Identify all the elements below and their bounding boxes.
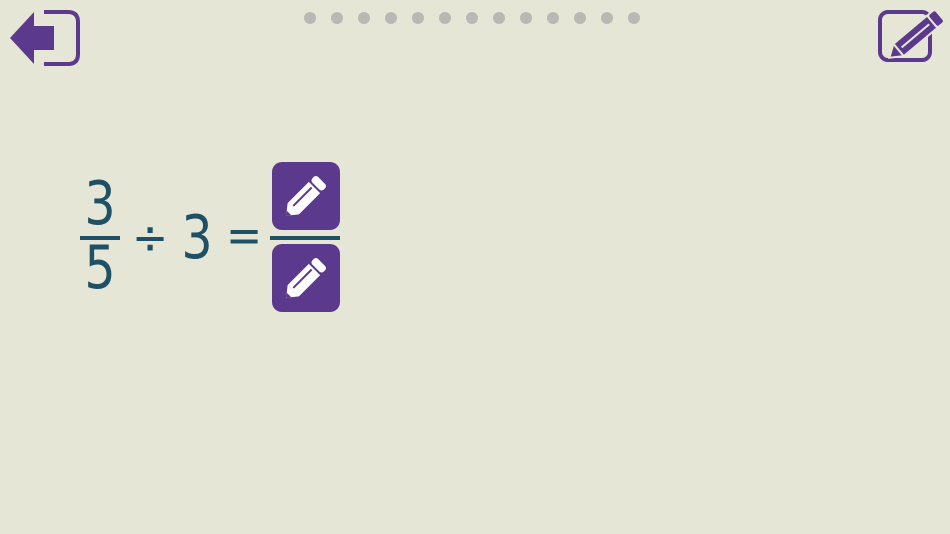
equation: 3 5 ÷ 3 =	[78, 160, 348, 320]
progress-dot[interactable]	[574, 12, 586, 24]
progress-dot[interactable]	[439, 12, 451, 24]
edit-pencil-icon	[878, 9, 945, 62]
divisor: 3	[181, 203, 213, 273]
progress-dots	[304, 12, 640, 24]
progress-dot[interactable]	[385, 12, 397, 24]
progress-dot[interactable]	[628, 12, 640, 24]
answer-fraction-bar	[270, 236, 340, 240]
equals-sign: =	[226, 208, 263, 264]
progress-dot[interactable]	[547, 12, 559, 24]
progress-dot[interactable]	[466, 12, 478, 24]
pencil-icon	[286, 258, 326, 298]
progress-dot[interactable]	[493, 12, 505, 24]
progress-dot[interactable]	[601, 12, 613, 24]
fraction-numerator: 3	[84, 169, 116, 239]
progress-dot[interactable]	[412, 12, 424, 24]
pencil-icon	[286, 176, 326, 216]
edit-button[interactable]	[876, 6, 948, 64]
progress-dot[interactable]	[520, 12, 532, 24]
progress-dot[interactable]	[358, 12, 370, 24]
progress-dot[interactable]	[331, 12, 343, 24]
back-button[interactable]	[8, 8, 82, 68]
fraction-denominator: 5	[84, 233, 116, 303]
answer-denominator-input[interactable]	[272, 244, 340, 312]
answer-numerator-input[interactable]	[272, 162, 340, 230]
division-operator: ÷	[132, 210, 169, 266]
back-arrow-icon	[10, 10, 80, 66]
progress-dot[interactable]	[304, 12, 316, 24]
